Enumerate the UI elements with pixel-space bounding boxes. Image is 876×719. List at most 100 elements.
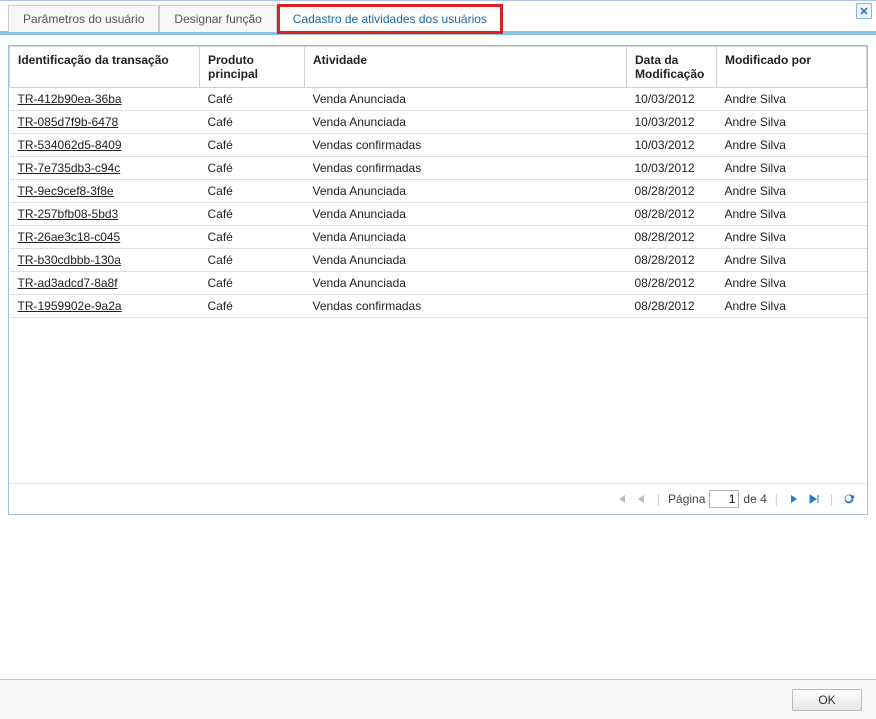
pager-of-label: de 4 [743, 492, 766, 506]
cell-mod-date: 08/28/2012 [627, 295, 717, 318]
cell-mod-by: Andre Silva [717, 134, 867, 157]
footer-bar: OK [0, 679, 876, 719]
cell-product: Café [200, 111, 305, 134]
col-header-mod-date[interactable]: Data da Modificação [627, 47, 717, 88]
cell-mod-by: Andre Silva [717, 111, 867, 134]
cell-transaction-id: TR-9ec9cef8-3f8e [10, 180, 200, 203]
cell-activity: Vendas confirmadas [305, 157, 627, 180]
cell-product: Café [200, 249, 305, 272]
cell-product: Café [200, 157, 305, 180]
cell-mod-by: Andre Silva [717, 249, 867, 272]
cell-mod-by: Andre Silva [717, 88, 867, 111]
cell-transaction-id: TR-b30cdbbb-130a [10, 249, 200, 272]
tab-user-activity-log[interactable]: Cadastro de atividades dos usuários [277, 4, 503, 34]
last-page-icon[interactable] [806, 491, 822, 507]
close-button[interactable]: ✕ [856, 3, 872, 19]
cell-mod-by: Andre Silva [717, 157, 867, 180]
cell-transaction-id: TR-085d7f9b-6478 [10, 111, 200, 134]
pager-page-input[interactable] [709, 490, 739, 508]
cell-mod-date: 10/03/2012 [627, 111, 717, 134]
col-header-product[interactable]: Produto principal [200, 47, 305, 88]
activity-table: Identificação da transação Produto princ… [9, 46, 867, 318]
cell-transaction-id: TR-412b90ea-36ba [10, 88, 200, 111]
cell-mod-date: 08/28/2012 [627, 180, 717, 203]
cell-product: Café [200, 180, 305, 203]
transaction-link[interactable]: TR-534062d5-8409 [18, 138, 122, 152]
pager: | Página de 4 | | [9, 483, 867, 514]
next-page-icon[interactable] [786, 491, 802, 507]
activity-panel: Identificação da transação Produto princ… [8, 45, 868, 515]
transaction-link[interactable]: TR-257bfb08-5bd3 [18, 207, 119, 221]
table-header-row: Identificação da transação Produto princ… [10, 47, 867, 88]
col-header-activity[interactable]: Atividade [305, 47, 627, 88]
cell-activity: Venda Anunciada [305, 180, 627, 203]
cell-mod-by: Andre Silva [717, 226, 867, 249]
cell-mod-date: 10/03/2012 [627, 88, 717, 111]
tab-user-params[interactable]: Parâmetros do usuário [8, 5, 159, 32]
cell-product: Café [200, 134, 305, 157]
close-icon: ✕ [859, 5, 868, 18]
transaction-link[interactable]: TR-9ec9cef8-3f8e [18, 184, 114, 198]
table-row[interactable]: TR-412b90ea-36ba CaféVenda Anunciada10/03… [10, 88, 867, 111]
cell-activity: Venda Anunciada [305, 203, 627, 226]
cell-product: Café [200, 226, 305, 249]
pager-separator: | [826, 492, 837, 506]
transaction-link[interactable]: TR-ad3adcd7-8a8f [18, 276, 118, 290]
transaction-link[interactable]: TR-1959902e-9a2a [18, 299, 122, 313]
tabs-strip: Parâmetros do usuário Designar função Ca… [0, 1, 876, 35]
cell-activity: Venda Anunciada [305, 226, 627, 249]
cell-mod-date: 08/28/2012 [627, 226, 717, 249]
cell-mod-by: Andre Silva [717, 203, 867, 226]
transaction-link[interactable]: TR-085d7f9b-6478 [18, 115, 119, 129]
cell-transaction-id: TR-ad3adcd7-8a8f [10, 272, 200, 295]
col-header-mod-by[interactable]: Modificado por [717, 47, 867, 88]
table-row[interactable]: TR-b30cdbbb-130a CaféVenda Anunciada08/28… [10, 249, 867, 272]
transaction-link[interactable]: TR-b30cdbbb-130a [18, 253, 121, 267]
tab-assign-role[interactable]: Designar função [159, 5, 276, 32]
dialog-window: ✕ Parâmetros do usuário Designar função … [0, 0, 876, 719]
table-row[interactable]: TR-1959902e-9a2a CaféVendas confirmadas08… [10, 295, 867, 318]
pager-separator: | [653, 492, 664, 506]
cell-activity: Vendas confirmadas [305, 134, 627, 157]
cell-activity: Venda Anunciada [305, 111, 627, 134]
cell-mod-date: 08/28/2012 [627, 272, 717, 295]
col-header-transaction-id[interactable]: Identificação da transação [10, 47, 200, 88]
table-row[interactable]: TR-9ec9cef8-3f8e CaféVenda Anunciada08/28… [10, 180, 867, 203]
prev-page-icon[interactable] [633, 491, 649, 507]
cell-transaction-id: TR-7e735db3-c94c [10, 157, 200, 180]
cell-product: Café [200, 295, 305, 318]
cell-transaction-id: TR-1959902e-9a2a [10, 295, 200, 318]
table-empty-space [9, 318, 867, 483]
refresh-icon[interactable] [841, 491, 857, 507]
cell-activity: Venda Anunciada [305, 88, 627, 111]
content-area: Identificação da transação Produto princ… [0, 35, 876, 523]
cell-mod-by: Andre Silva [717, 295, 867, 318]
pager-page-label: Página [668, 492, 705, 506]
table-row[interactable]: TR-26ae3c18-c045 CaféVenda Anunciada08/28… [10, 226, 867, 249]
cell-product: Café [200, 88, 305, 111]
cell-activity: Venda Anunciada [305, 249, 627, 272]
table-row[interactable]: TR-534062d5-8409 CaféVendas confirmadas10… [10, 134, 867, 157]
transaction-link[interactable]: TR-7e735db3-c94c [18, 161, 121, 175]
first-page-icon[interactable] [613, 491, 629, 507]
pager-separator: | [771, 492, 782, 506]
cell-transaction-id: TR-26ae3c18-c045 [10, 226, 200, 249]
transaction-link[interactable]: TR-26ae3c18-c045 [18, 230, 121, 244]
ok-button[interactable]: OK [792, 689, 862, 711]
cell-mod-by: Andre Silva [717, 180, 867, 203]
cell-mod-date: 10/03/2012 [627, 134, 717, 157]
table-row[interactable]: TR-ad3adcd7-8a8fCaféVenda Anunciada08/28… [10, 272, 867, 295]
cell-mod-date: 10/03/2012 [627, 157, 717, 180]
cell-product: Café [200, 272, 305, 295]
cell-transaction-id: TR-257bfb08-5bd3 [10, 203, 200, 226]
table-row[interactable]: TR-7e735db3-c94c CaféVendas confirmadas10… [10, 157, 867, 180]
table-row[interactable]: TR-257bfb08-5bd3 CaféVenda Anunciada08/28… [10, 203, 867, 226]
cell-product: Café [200, 203, 305, 226]
transaction-link[interactable]: TR-412b90ea-36ba [18, 92, 122, 106]
cell-mod-date: 08/28/2012 [627, 203, 717, 226]
cell-mod-date: 08/28/2012 [627, 249, 717, 272]
table-row[interactable]: TR-085d7f9b-6478 CaféVenda Anunciada10/03… [10, 111, 867, 134]
cell-transaction-id: TR-534062d5-8409 [10, 134, 200, 157]
cell-activity: Vendas confirmadas [305, 295, 627, 318]
cell-mod-by: Andre Silva [717, 272, 867, 295]
